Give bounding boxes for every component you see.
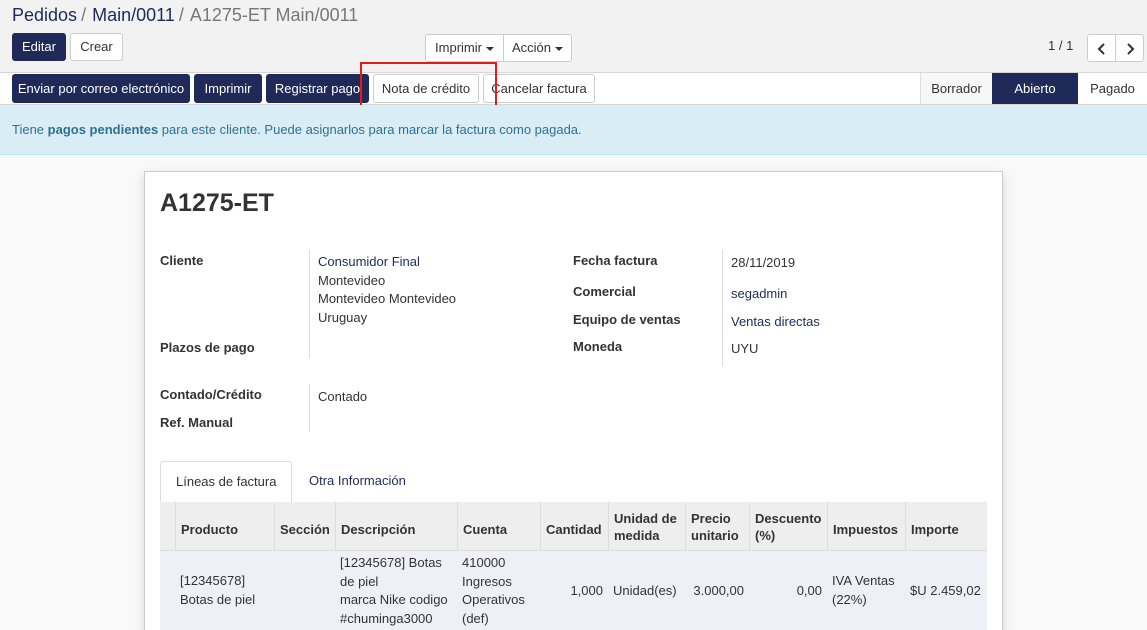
caret-down-icon — [555, 46, 564, 51]
chevron-right-icon — [1127, 43, 1135, 55]
column-header-uom-line1: Unidad de — [614, 510, 677, 526]
customer-label: Cliente — [160, 253, 204, 268]
print-dropdown-button[interactable]: Imprimir — [425, 34, 504, 62]
field-divider — [309, 250, 310, 358]
stage-draft: Borrador — [920, 73, 992, 104]
cell-description-line: de piel — [340, 573, 379, 589]
create-button[interactable]: Crear — [70, 33, 123, 61]
alert-text-prefix: Tiene — [12, 122, 48, 137]
edit-button[interactable]: Editar — [12, 33, 66, 61]
pager-previous-button[interactable] — [1087, 34, 1116, 62]
stage-paid: Pagado — [1078, 73, 1147, 104]
cash-credit-value[interactable]: Contado — [318, 388, 367, 407]
column-header-discount-line1: Descuento — [755, 510, 822, 526]
column-header-product[interactable]: Producto — [175, 502, 274, 551]
cell-taxes: IVA Ventas (22%) — [827, 572, 905, 609]
cell-taxes-line: IVA Ventas — [832, 573, 895, 588]
register-payment-button[interactable]: Registrar pago — [266, 74, 369, 103]
breadcrumb-item-main[interactable]: Main/0011 — [92, 5, 175, 25]
cell-description-line: [12345678] Botas — [340, 555, 442, 570]
customer-city: Montevideo — [318, 272, 386, 288]
print-invoice-button[interactable]: Imprimir — [194, 74, 262, 103]
table-row[interactable]: [12345678] Botas de piel [12345678] Bota… — [160, 551, 987, 630]
column-header-section[interactable]: Sección — [274, 502, 335, 551]
action-dropdown-label: Acción — [511, 40, 552, 55]
cell-account-line: 410000 — [462, 555, 506, 570]
print-dropdown-label: Imprimir — [435, 40, 482, 55]
column-header-price-line2: unitario — [691, 527, 739, 543]
customer-country: Uruguay — [318, 309, 368, 325]
invoice-title: A1275-ET — [160, 189, 274, 217]
cell-account: 410000 Ingresos Operativos (def) — [457, 554, 540, 628]
cell-product-name: Botas de piel — [180, 591, 256, 607]
column-header-price-line1: Precio — [691, 510, 731, 526]
cell-account-line: Operativos — [462, 592, 525, 607]
cell-description: [12345678] Botas de piel marca Nike codi… — [335, 554, 457, 628]
cell-amount: $U 2.459,02 — [910, 583, 981, 598]
pending-payments-alert: Tiene pagos pendientes para este cliente… — [0, 105, 1147, 155]
column-header-quantity[interactable]: Cantidad — [540, 502, 608, 551]
sales-team-label: Equipo de ventas — [573, 312, 681, 327]
cell-account-line: Ingresos — [462, 573, 512, 589]
alert-text-bold: pagos pendientes — [47, 122, 159, 137]
payment-terms-label: Plazos de pago — [160, 340, 255, 355]
cell-product-code: [12345678] — [180, 573, 246, 588]
caret-down-icon — [485, 46, 494, 51]
breadcrumb-item-pedidos[interactable]: Pedidos — [12, 5, 77, 25]
alert-text-suffix: para este cliente. Puede asignarlos para… — [158, 122, 582, 137]
credit-note-button[interactable]: Nota de crédito — [373, 74, 479, 103]
invoice-date-value[interactable]: 28/11/2019 — [731, 254, 795, 273]
sales-team-link[interactable]: Ventas directas — [731, 313, 820, 332]
notebook-tabs: Líneas de factura Otra Información — [160, 461, 987, 503]
column-header-discount[interactable]: Descuento (%) — [749, 502, 827, 551]
pager-next-button[interactable] — [1115, 34, 1144, 62]
currency-value[interactable]: UYU — [731, 340, 758, 359]
salesperson-link[interactable]: segadmin — [731, 285, 787, 304]
column-header-amount[interactable]: Importe — [905, 502, 987, 551]
field-divider — [722, 250, 723, 366]
field-divider — [309, 384, 310, 432]
cell-account-line: (def) — [462, 610, 489, 626]
cell-unit-price: 3.000,00 — [693, 583, 744, 598]
pager-value[interactable]: 1 / 1 — [1048, 38, 1073, 53]
currency-label: Moneda — [573, 339, 623, 354]
handle-column-header — [160, 502, 175, 551]
cash-credit-label: Contado/Crédito — [160, 387, 262, 402]
customer-link[interactable]: Consumidor Final — [318, 253, 420, 272]
breadcrumb-separator: / — [81, 5, 87, 25]
breadcrumb-separator: / — [178, 5, 184, 25]
invoice-date-label: Fecha factura — [573, 253, 658, 268]
column-header-description[interactable]: Descripción — [335, 502, 457, 551]
send-email-button[interactable]: Enviar por correo electrónico — [12, 74, 190, 103]
cell-description-line: #chuminga3000 — [340, 610, 433, 626]
salesperson-label: Comercial — [573, 284, 636, 299]
customer-state: Montevideo Montevideo — [318, 291, 457, 306]
control-panel: Pedidos / Main/0011/A1275-ET Main/0011 Edi… — [0, 0, 1147, 73]
breadcrumb: Pedidos / Main/0011/A1275-ET Main/0011 — [12, 5, 358, 26]
tab-invoice-lines[interactable]: Líneas de factura — [160, 461, 293, 503]
column-header-account[interactable]: Cuenta — [457, 502, 540, 551]
cell-description-line: marca Nike codigo — [340, 592, 448, 607]
cell-taxes-line: (22%) — [832, 591, 867, 607]
breadcrumb-current: A1275-ET Main/0011 — [189, 5, 359, 25]
invoice-sheet: A1275-ET Cliente Consumidor Final Montev… — [144, 171, 1003, 630]
cancel-invoice-button[interactable]: Cancelar factura — [483, 74, 595, 103]
stage-open: Abierto — [992, 73, 1078, 104]
column-header-discount-line2: (%) — [755, 527, 776, 543]
cell-uom: Unidad(es) — [613, 583, 677, 598]
column-header-uom[interactable]: Unidad de medida — [608, 502, 685, 551]
table-header: Producto Sección Descripción Cuenta Cant… — [160, 502, 987, 551]
chevron-left-icon — [1097, 43, 1105, 55]
cell-discount: 0,00 — [796, 583, 822, 598]
manual-ref-label: Ref. Manual — [160, 415, 233, 430]
cell-product: [12345678] Botas de piel — [175, 572, 274, 609]
action-dropdown-button[interactable]: Acción — [503, 34, 572, 62]
column-header-uom-line2: medida — [614, 527, 660, 543]
tab-other-info[interactable]: Otra Información — [294, 461, 421, 502]
column-header-taxes[interactable]: Impuestos — [827, 502, 905, 551]
statusbar: Enviar por correo electrónico Imprimir R… — [0, 73, 1147, 105]
cell-quantity: 1,000 — [570, 583, 603, 598]
column-header-unit-price[interactable]: Precio unitario — [685, 502, 749, 551]
